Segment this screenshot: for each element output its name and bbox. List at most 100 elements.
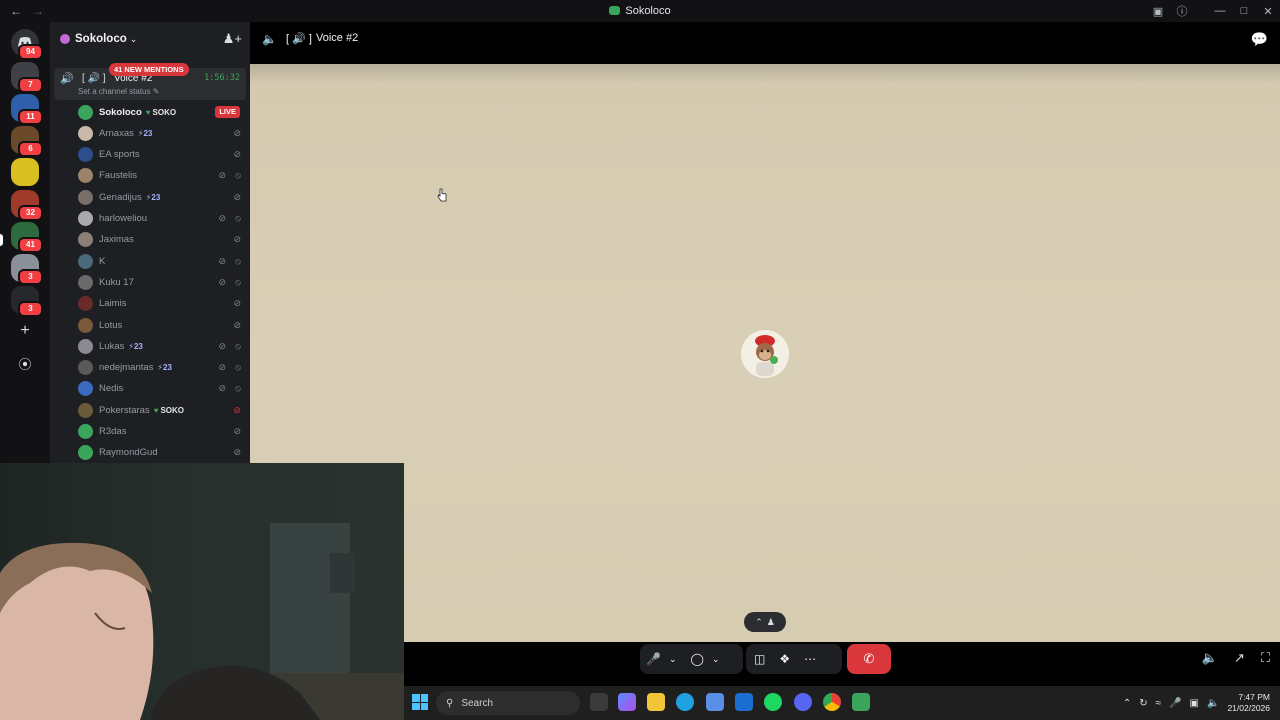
taskbar-clock[interactable]: 7:47 PM 21/02/2026 bbox=[1227, 692, 1270, 714]
invite-people-icon[interactable]: ♟+ bbox=[223, 31, 242, 47]
voice-member-row[interactable]: SokolocoSOKO LIVE bbox=[50, 102, 250, 122]
chevron-down-icon[interactable]: ⌄ bbox=[712, 654, 720, 665]
title-bar: ← → Sokoloco ▣ ⓘ — □ ✕ bbox=[0, 0, 1280, 22]
voice-member-row[interactable]: nedejmantas ⚡23 ⊘ ⦸ bbox=[50, 358, 250, 378]
speaker-icon: 🔈 bbox=[262, 32, 277, 46]
discord-taskbar-icon[interactable] bbox=[794, 693, 812, 711]
muted-microphone-icon: ⊘ bbox=[233, 149, 241, 160]
server-rail: 94 7 11 6 32 41 3 3 + ⦿ bbox=[0, 22, 50, 463]
voice-member-row[interactable]: Kuku 17 ⊘ ⦸ bbox=[50, 272, 250, 292]
start-windows-icon[interactable] bbox=[412, 694, 428, 710]
member-name: SokolocoSOKO bbox=[99, 107, 176, 118]
wifi-off-icon[interactable]: ≈ bbox=[1156, 698, 1162, 709]
server-icon[interactable]: 7 bbox=[11, 62, 43, 93]
copilot-icon[interactable] bbox=[618, 693, 636, 711]
discover-compass-icon[interactable]: ⦿ bbox=[11, 349, 39, 377]
voice-member-row[interactable]: Nedis ⊘ ⦸ bbox=[50, 379, 250, 399]
live-badge: LIVE bbox=[215, 106, 240, 118]
home-button[interactable]: 94 bbox=[11, 29, 43, 60]
spotify-icon[interactable] bbox=[764, 693, 782, 711]
collapse-participants-button[interactable]: ⌃ ♟ bbox=[744, 612, 786, 632]
server-header[interactable]: Sokoloco ⌄ ♟+ bbox=[50, 22, 250, 56]
voice-stage[interactable]: ⌃ ♟ bbox=[250, 64, 1280, 642]
audio-video-controls: 🎤 ⌄ ◯ ⌄ bbox=[640, 644, 743, 674]
muted-microphone-icon: ⊘ bbox=[218, 383, 226, 394]
server-icon[interactable]: 41 bbox=[11, 222, 43, 253]
server-icon[interactable]: 11 bbox=[11, 94, 43, 125]
display-icon[interactable]: ▣ bbox=[1190, 698, 1199, 709]
voice-member-row[interactable]: Faustelis ⊘ ⦸ bbox=[50, 166, 250, 186]
add-server-icon[interactable]: + bbox=[11, 317, 39, 345]
member-name: nedejmantas ⚡23 bbox=[99, 362, 172, 374]
speaker-tray-icon[interactable]: 🔈 bbox=[1207, 698, 1219, 709]
chevron-up-icon[interactable]: ⌃ bbox=[1123, 698, 1131, 709]
sokoloco-app-icon[interactable] bbox=[852, 693, 870, 711]
channel-sidebar: Sokoloco ⌄ ♟+ 🔊 [ 🔊 ] Voice #2 1:56:32 S… bbox=[50, 22, 250, 463]
voice-member-row[interactable]: EA sports ⊘ bbox=[50, 145, 250, 165]
channel-status-link[interactable]: Set a channel status ✎ bbox=[78, 87, 159, 96]
activities-icon[interactable]: ❖ bbox=[779, 652, 790, 666]
voice-member-row[interactable]: harloweliou ⊘ ⦸ bbox=[50, 209, 250, 229]
chevron-down-icon[interactable]: ⌄ bbox=[669, 654, 677, 665]
microphone-icon[interactable]: 🎤 bbox=[646, 652, 661, 666]
disconnect-button[interactable]: ✆ bbox=[847, 644, 891, 674]
muted-microphone-icon: ⊘ bbox=[218, 276, 226, 287]
more-options-icon[interactable]: ⋯ bbox=[804, 652, 816, 666]
server-icon[interactable]: 3 bbox=[11, 254, 43, 285]
server-notification-badge: 6 bbox=[18, 141, 43, 157]
voice-member-row[interactable]: RaymondGud ⊘ bbox=[50, 443, 250, 463]
volume-icon[interactable]: 🔈 bbox=[1202, 650, 1218, 666]
voice-member-row[interactable]: Arnaxas ⚡23 ⊘ bbox=[50, 123, 250, 143]
avatar bbox=[78, 274, 93, 290]
speaker-icon: 🔊 bbox=[60, 73, 74, 85]
back-arrow-icon[interactable]: ← bbox=[10, 4, 22, 18]
store-icon[interactable] bbox=[706, 693, 724, 711]
edge-browser-icon[interactable] bbox=[676, 693, 694, 711]
call-controls: 🎤 ⌄ ◯ ⌄ ◫ ❖ ⋯ ✆ 🔈 ↗ ⛶ bbox=[404, 642, 1280, 686]
user-avatar[interactable] bbox=[741, 330, 789, 378]
help-icon[interactable]: ⓘ bbox=[1170, 0, 1194, 22]
server-icon[interactable] bbox=[11, 158, 39, 186]
task-view-icon[interactable] bbox=[590, 693, 608, 711]
server-notification-badge: 3 bbox=[18, 301, 43, 317]
voice-member-row[interactable]: R3das ⊘ bbox=[50, 422, 250, 442]
new-mentions-badge[interactable]: 41 NEW MENTIONS bbox=[109, 63, 189, 76]
mic-tray-icon[interactable]: 🎤 bbox=[1169, 698, 1181, 709]
chrome-icon[interactable] bbox=[823, 693, 841, 711]
voice-member-row[interactable]: Genadijus ⚡23 ⊘ bbox=[50, 187, 250, 207]
muted-microphone-icon: ⊘ bbox=[218, 340, 226, 351]
deafened-icon: ⦸ bbox=[235, 362, 241, 373]
avatar bbox=[78, 402, 93, 418]
fullscreen-icon[interactable]: ⛶ bbox=[1261, 650, 1270, 666]
camera-off-icon[interactable]: ◯ bbox=[691, 652, 704, 666]
voice-member-row[interactable]: Jaximas ⊘ bbox=[50, 230, 250, 250]
server-icon[interactable]: 3 bbox=[11, 286, 43, 317]
close-window-button[interactable]: ✕ bbox=[1256, 0, 1280, 22]
muted-microphone-icon: ⊘ bbox=[233, 319, 241, 330]
maximize-button[interactable]: □ bbox=[1232, 0, 1256, 22]
minimize-button[interactable]: — bbox=[1208, 0, 1232, 22]
voice-channel-icon: [ 🔊 ] bbox=[82, 73, 106, 84]
forward-arrow-icon[interactable]: → bbox=[32, 4, 44, 18]
member-name: Lukas ⚡23 bbox=[99, 340, 143, 352]
pop-out-icon[interactable]: ↗ bbox=[1234, 650, 1245, 666]
mail-icon[interactable] bbox=[735, 693, 753, 711]
file-explorer-icon[interactable] bbox=[647, 693, 665, 711]
sync-icon[interactable]: ↻ bbox=[1139, 698, 1147, 709]
guild-tag: SOKO bbox=[146, 108, 176, 117]
voice-member-row[interactable]: Lukas ⚡23 ⊘ ⦸ bbox=[50, 336, 250, 356]
avatar bbox=[78, 253, 93, 269]
chat-bubble-icon[interactable]: 💬 bbox=[1251, 31, 1268, 48]
taskbar-search[interactable]: ⚲ Search bbox=[436, 691, 580, 715]
avatar bbox=[78, 125, 93, 141]
voice-member-row[interactable]: PokerstarasSOKO ⊘ bbox=[50, 400, 250, 420]
server-icon[interactable]: 32 bbox=[11, 190, 43, 221]
voice-member-row[interactable]: Laimis ⊘ bbox=[50, 294, 250, 314]
home-notification-badge: 94 bbox=[18, 44, 43, 60]
server-icon[interactable]: 6 bbox=[11, 126, 43, 157]
voice-member-row[interactable]: K ⊘ ⦸ bbox=[50, 251, 250, 271]
inbox-icon[interactable]: ▣ bbox=[1146, 0, 1170, 22]
voice-member-row[interactable]: Lotus ⊘ bbox=[50, 315, 250, 335]
avatar bbox=[78, 296, 93, 312]
screen-share-icon[interactable]: ◫ bbox=[754, 652, 765, 666]
